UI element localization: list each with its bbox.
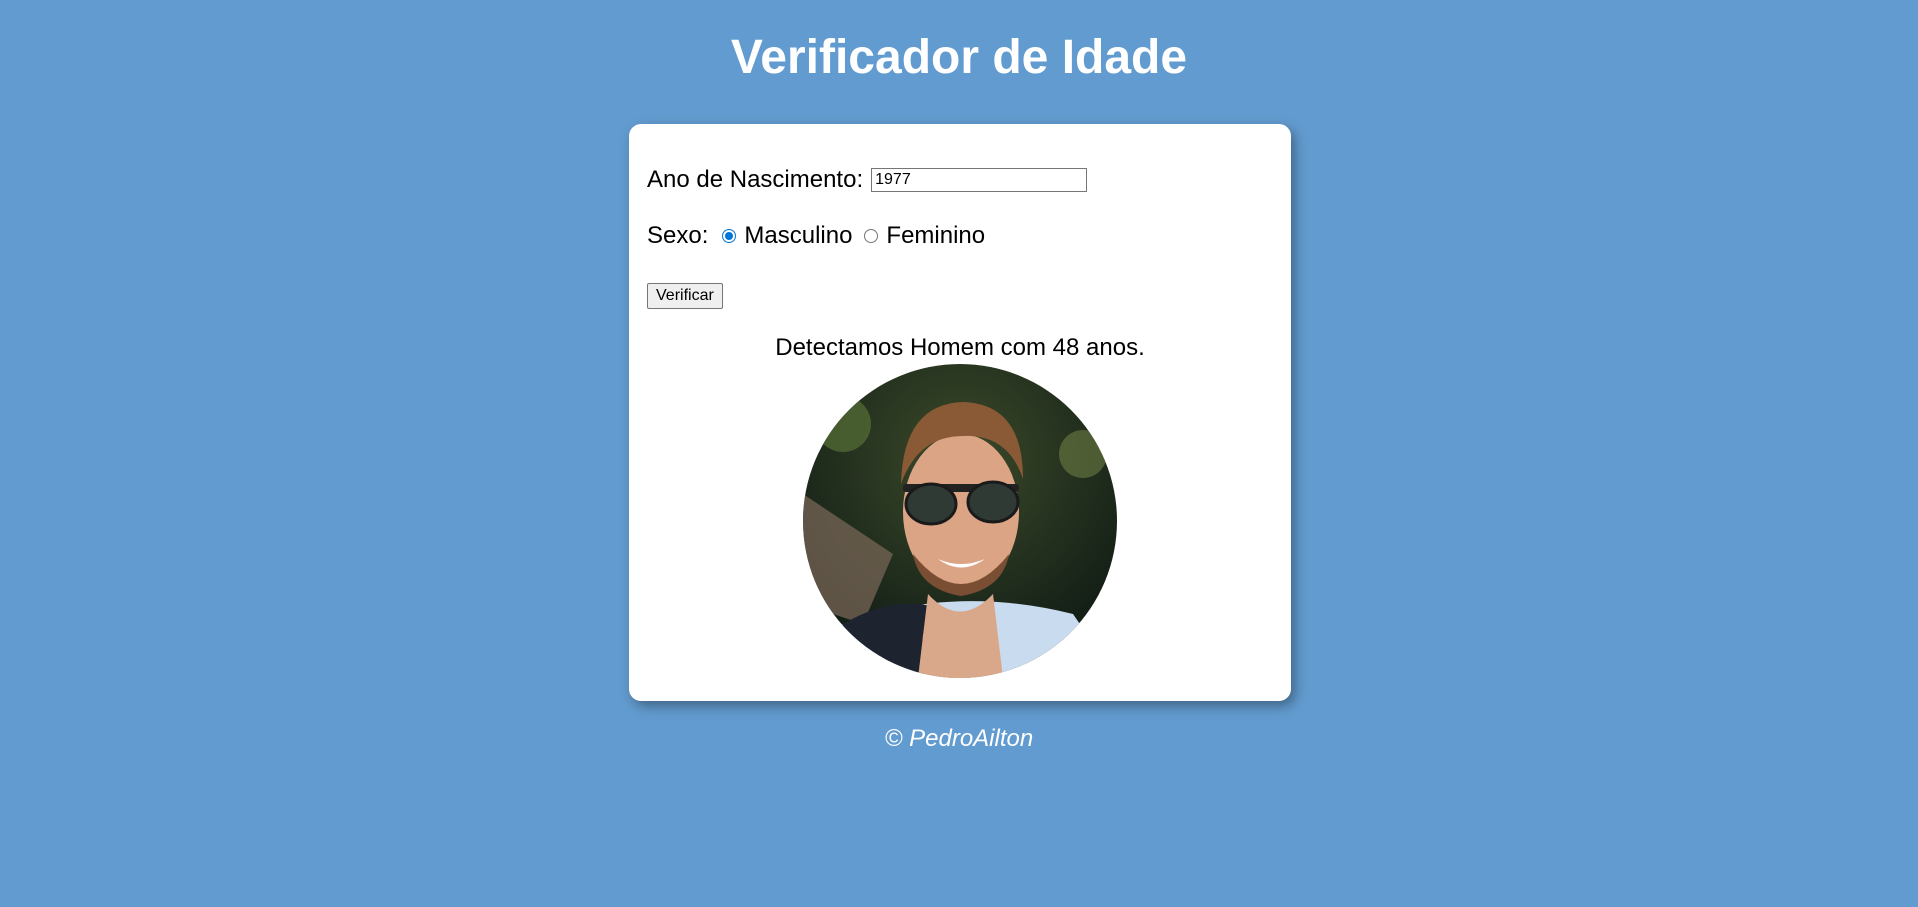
result-message: Detectamos Homem com 48 anos. (775, 334, 1145, 361)
sex-row: Sexo: Masculino Feminino (647, 222, 985, 250)
footer-credit: © PedroAilton (884, 725, 1034, 752)
result-photo (803, 364, 1117, 678)
age-check-card: Ano de Nascimento: Sexo: Masculino Femin… (629, 124, 1291, 701)
female-radio-label[interactable]: Feminino (886, 222, 985, 250)
man-photo-image (803, 364, 1117, 678)
birth-year-input[interactable] (871, 168, 1088, 192)
male-radio-label[interactable]: Masculino (744, 222, 852, 250)
birth-year-label: Ano de Nascimento: (647, 166, 864, 193)
page-title: Verificador de Idade (730, 31, 1188, 84)
female-radio[interactable] (864, 229, 879, 243)
birth-year-row: Ano de Nascimento: (647, 166, 1088, 194)
sex-label: Sexo: (647, 222, 709, 249)
page: Verificador de Idade Ano de Nascimento: … (0, 0, 1918, 907)
male-radio[interactable] (722, 229, 737, 243)
verify-button[interactable]: Verificar (647, 283, 723, 309)
